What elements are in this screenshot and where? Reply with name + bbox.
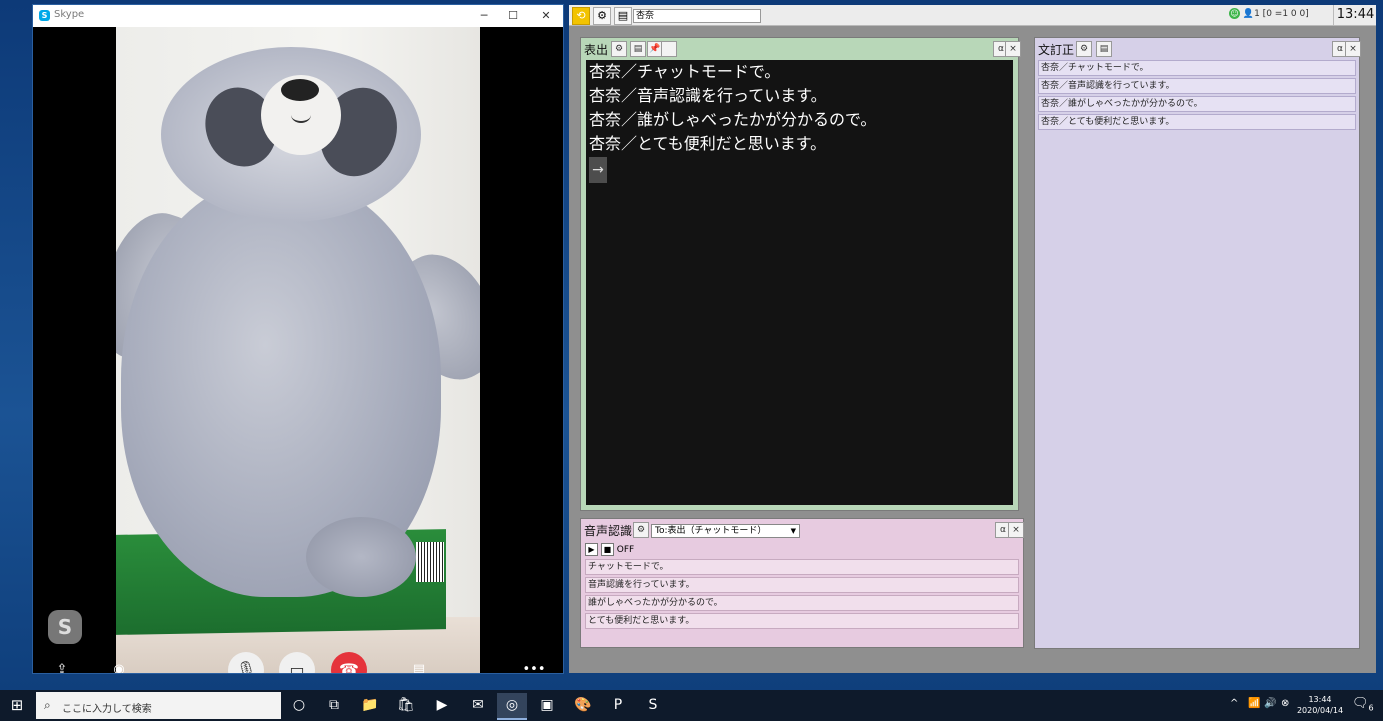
app-clock: 13:44: [1333, 5, 1377, 25]
media-player-icon[interactable]: ▶: [427, 693, 457, 718]
chevron-down-icon: ▼: [790, 527, 796, 535]
output-line: 杏奈／音声認識を行っています。: [589, 86, 827, 105]
output-close-button[interactable]: ×: [1005, 41, 1021, 57]
barcode: [416, 542, 444, 582]
search-placeholder: ここに入力して検索: [62, 704, 152, 715]
recognition-controls: ▶ ■ OFF: [585, 543, 634, 557]
recognition-target-value: To:表出（チャットモード）: [655, 526, 767, 536]
speaker-name-input[interactable]: [633, 9, 761, 23]
list-item[interactable]: 杏奈／チャットモードで。: [1038, 60, 1356, 76]
more-icon[interactable]: •••: [522, 658, 546, 673]
taskbar: ⊞ ⌕ ここに入力して検索 ○ ⧉ 📁 🛍 ▶ ✉ ◎ ▣ 🎨 P S ^ 📶 …: [0, 690, 1383, 721]
skype-logo-icon: S: [39, 10, 50, 21]
output-settings-gear-icon[interactable]: ⚙: [611, 41, 627, 57]
correction-notebook-icon[interactable]: ▤: [1096, 41, 1112, 57]
correction-list: 杏奈／チャットモードで。 杏奈／音声認識を行っています。 杏奈／誰がしゃべったか…: [1038, 60, 1356, 132]
recognition-list: チャットモードで。 音声認識を行っています。 誰がしゃべったかが分かるので。 と…: [585, 559, 1019, 631]
powerpoint-icon[interactable]: P: [603, 693, 633, 718]
chevron-up-icon[interactable]: ^: [1230, 698, 1238, 709]
taskbar-time: 13:44: [1308, 695, 1332, 704]
task-view-icon[interactable]: ⧉: [319, 693, 349, 718]
app-window-icon[interactable]: ▣: [532, 693, 562, 718]
share-icon[interactable]: ⇪: [50, 658, 74, 673]
chrome-icon[interactable]: ◎: [497, 693, 527, 720]
notification-icon[interactable]: 🗨6: [1352, 696, 1374, 713]
speech-recognition-panel: 音声認識 ⚙ To:表出（チャットモード） ▼ α × ▶ ■ OFF チャット…: [580, 518, 1024, 648]
skype-titlebar: S Skype ─ ☐ ✕: [33, 5, 563, 27]
cortana-icon[interactable]: ○: [284, 693, 314, 718]
sentence-correction-panel: 文訂正 ⚙ ▤ α × 杏奈／チャットモードで。 杏奈／音声認識を行っています。…: [1034, 37, 1361, 649]
volume-icon[interactable]: 🔊: [1264, 698, 1276, 709]
output-line: 杏奈／とても便利だと思います。: [589, 134, 827, 153]
recognition-target-select[interactable]: To:表出（チャットモード） ▼: [651, 524, 800, 538]
connect-icon[interactable]: ⟲: [572, 7, 590, 25]
output-display: 杏奈／チャットモードで。 杏奈／音声認識を行っています。 杏奈／誰がしゃべったか…: [586, 60, 1013, 505]
recognition-gear-icon[interactable]: ⚙: [633, 522, 649, 538]
windows-start-icon[interactable]: ⊞: [0, 690, 34, 721]
recognition-state: OFF: [616, 545, 635, 555]
mail-icon[interactable]: ✉: [463, 693, 493, 718]
arrow-right-icon[interactable]: →: [589, 157, 607, 183]
network-icon[interactable]: 📶: [1248, 698, 1260, 709]
list-item[interactable]: 誰がしゃべったかが分かるので。: [585, 595, 1019, 611]
correction-panel-title: 文訂正: [1038, 43, 1075, 57]
plush-nose: [281, 79, 319, 101]
stop-icon[interactable]: ■: [600, 543, 614, 556]
maximize-button[interactable]: ☐: [499, 6, 527, 26]
list-item[interactable]: 杏奈／誰がしゃべったかが分かるので。: [1038, 96, 1356, 112]
output-line: 杏奈／誰がしゃべったかが分かるので。: [589, 110, 877, 129]
gear-icon[interactable]: ⚙: [593, 7, 611, 25]
paint-icon[interactable]: 🎨: [568, 693, 598, 718]
skype-window: S Skype ─ ☐ ✕ S ⇪ ◉ 🎙 ▭ ☎ ▤ •••: [33, 5, 563, 673]
user-count-icon: 👤: [1242, 9, 1255, 19]
status-counts: 1 [0 =1 0 0]: [1254, 9, 1309, 19]
video-feed: [116, 27, 480, 673]
correction-close-button[interactable]: ×: [1345, 41, 1361, 57]
recognition-panel-header: 音声認識 ⚙ To:表出（チャットモード） ▼ α ×: [581, 519, 1024, 539]
correction-panel-header: 文訂正 ⚙ ▤ α ×: [1035, 38, 1361, 58]
search-icon: ⌕: [44, 698, 51, 712]
connection-status: ☺ 👤1 [0 =1 0 0]: [1229, 8, 1309, 19]
minimize-button[interactable]: ─: [470, 6, 498, 26]
pin-checkbox[interactable]: [661, 41, 677, 57]
taskbar-date: 2020/04/14: [1296, 706, 1344, 715]
list-item[interactable]: 杏奈／音声認識を行っています。: [1038, 78, 1356, 94]
output-panel-title: 表出: [584, 43, 609, 57]
output-panel-header: 表出 ⚙ ▤ 📌 α ×: [581, 38, 1021, 58]
correction-gear-icon[interactable]: ⚙: [1076, 41, 1092, 57]
recognition-panel-title: 音声認識: [584, 524, 633, 538]
file-explorer-icon[interactable]: 📁: [355, 693, 385, 718]
chat-app-window: ⟲ ⚙ ▤ ☺ 👤1 [0 =1 0 0] 13:44 表出 ⚙ ▤ 📌 α ×…: [569, 5, 1376, 673]
taskbar-search-box[interactable]: ⌕ ここに入力して検索: [36, 692, 281, 719]
online-smile-icon: ☺: [1229, 8, 1240, 19]
skype-watermark-icon: S: [48, 610, 82, 644]
list-item[interactable]: とても便利だと思います。: [585, 613, 1019, 629]
output-line: 杏奈／チャットモードで。: [589, 62, 781, 81]
taskbar-clock[interactable]: 13:44 2020/04/14: [1295, 694, 1345, 716]
notification-count: 6: [1368, 703, 1374, 713]
notebook-icon[interactable]: ▤: [614, 7, 632, 25]
skype-taskbar-icon[interactable]: S: [638, 693, 668, 718]
store-icon[interactable]: 🛍: [391, 693, 421, 718]
app-toolbar: ⟲ ⚙ ▤ ☺ 👤1 [0 =1 0 0] 13:44: [569, 5, 1376, 26]
plush-foot: [306, 517, 416, 597]
close-button[interactable]: ✕: [532, 6, 560, 26]
status-icon[interactable]: ⊗: [1281, 698, 1289, 709]
list-item[interactable]: チャットモードで。: [585, 559, 1019, 575]
output-notebook-icon[interactable]: ▤: [630, 41, 646, 57]
skype-window-title: Skype: [54, 9, 85, 20]
list-item[interactable]: 杏奈／とても便利だと思います。: [1038, 114, 1356, 130]
output-panel: 表出 ⚙ ▤ 📌 α × 杏奈／チャットモードで。 杏奈／音声認識を行っています…: [580, 37, 1021, 511]
play-icon[interactable]: ▶: [585, 543, 598, 556]
list-item[interactable]: 音声認識を行っています。: [585, 577, 1019, 593]
plush-mouth: [291, 107, 311, 123]
recognition-close-button[interactable]: ×: [1008, 522, 1024, 538]
